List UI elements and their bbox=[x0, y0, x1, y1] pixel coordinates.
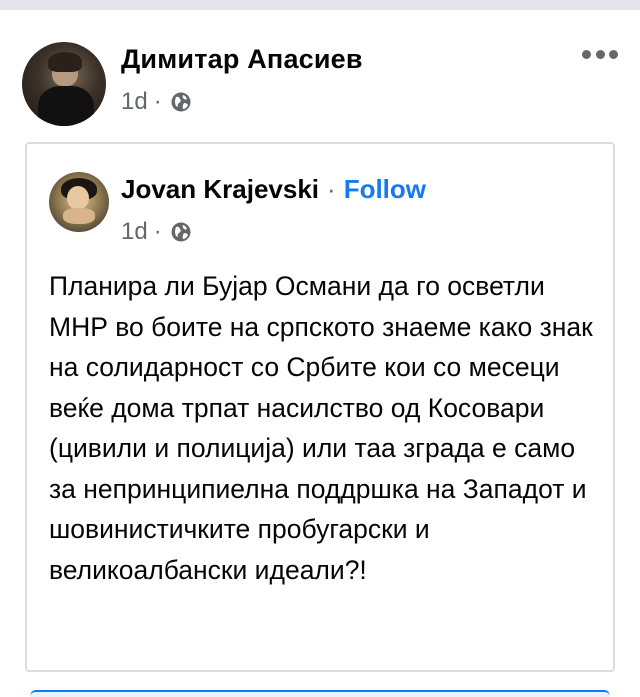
post-meta: 1d · bbox=[121, 88, 192, 116]
next-card-edge bbox=[30, 690, 610, 697]
shared-meta-separator: · bbox=[153, 218, 162, 245]
author-avatar[interactable] bbox=[22, 42, 106, 126]
shared-author-name[interactable]: Jovan Krajevski bbox=[121, 174, 319, 205]
more-dot-3 bbox=[609, 49, 618, 59]
post-author-name[interactable]: Димитар Апасиев bbox=[121, 44, 363, 75]
more-dot-1 bbox=[582, 49, 591, 59]
meta-separator: · bbox=[153, 88, 162, 115]
follow-button[interactable]: Follow bbox=[344, 174, 426, 205]
post-timestamp[interactable]: 1d bbox=[121, 88, 148, 116]
shared-avatar-face bbox=[67, 186, 89, 210]
more-options-icon[interactable] bbox=[582, 46, 618, 62]
shared-avatar-hands bbox=[63, 208, 95, 224]
shared-post-meta: 1d · bbox=[121, 218, 192, 246]
shared-post-header: Jovan Krajevski · Follow bbox=[121, 174, 426, 205]
globe-icon[interactable] bbox=[170, 91, 192, 113]
avatar-hair-shape bbox=[48, 52, 82, 72]
avatar-body-shape bbox=[38, 86, 94, 126]
shared-post-timestamp[interactable]: 1d bbox=[121, 218, 148, 246]
top-divider bbox=[0, 0, 640, 10]
header-separator: · bbox=[327, 174, 336, 204]
more-dot-2 bbox=[595, 49, 605, 59]
shared-author-avatar[interactable] bbox=[49, 172, 109, 232]
globe-icon[interactable] bbox=[170, 221, 192, 243]
shared-post-text: Планира ли Бујар Османи да го осветли МН… bbox=[49, 271, 593, 585]
shared-post-card[interactable]: Jovan Krajevski · Follow 1d · Планира ли… bbox=[25, 142, 615, 672]
